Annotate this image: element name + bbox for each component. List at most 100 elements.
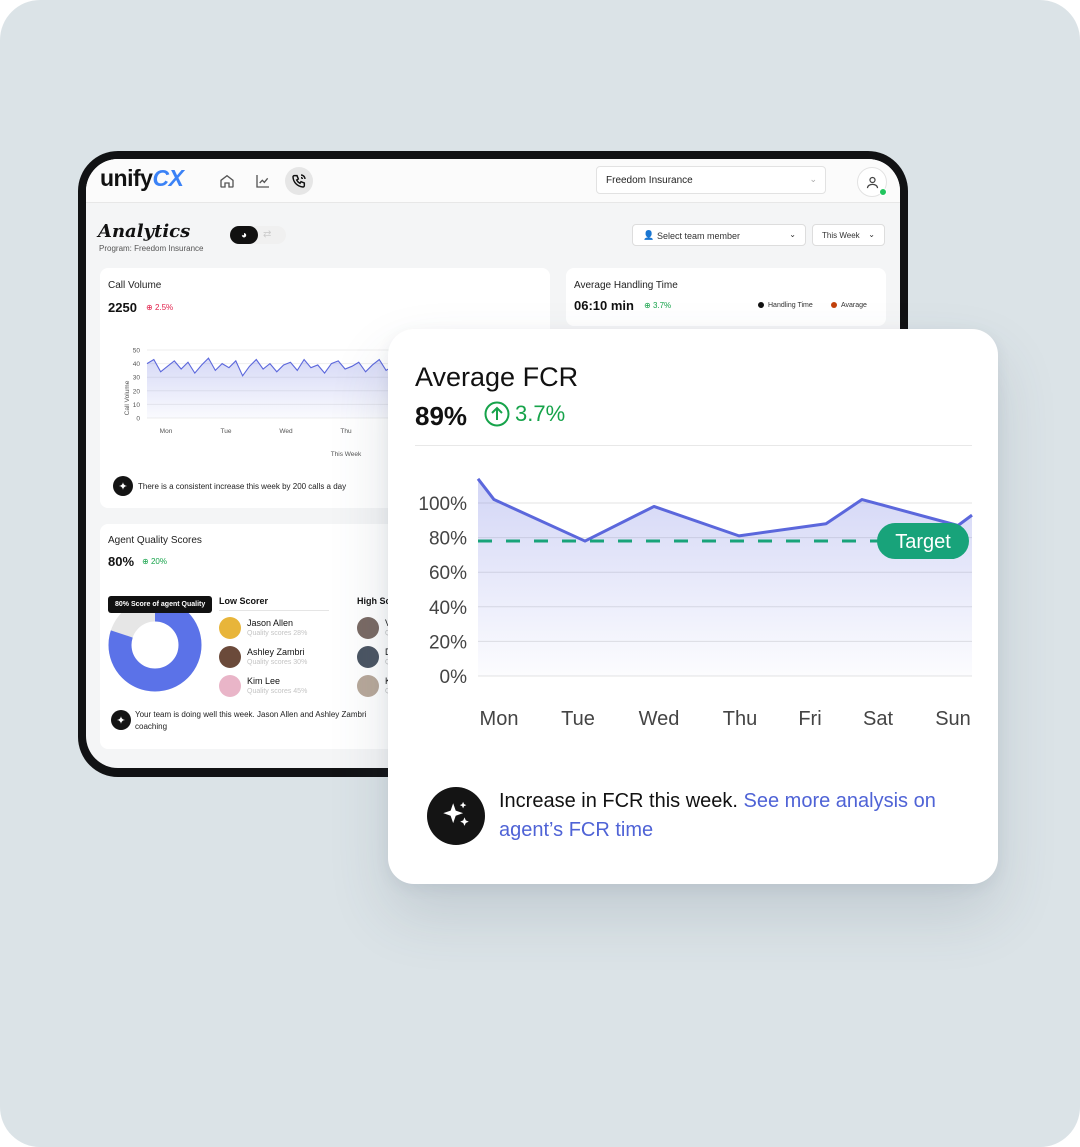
legend-average: Avarage (831, 302, 867, 309)
cv-y-tick-label: 20 (133, 388, 141, 395)
trend-chart-icon (256, 175, 269, 188)
fcr-y-tick-label: 100% (418, 494, 467, 515)
avatar (357, 617, 379, 639)
fcr-x-tick-label: Sun (935, 708, 971, 730)
call-volume-insight: There is a consistent increase this week… (138, 482, 347, 491)
cv-y-tick-label: 30 (133, 375, 141, 382)
fcr-title: Average FCR (415, 362, 579, 392)
agent-score: Quality scores 30% (247, 659, 308, 666)
fcr-x-tick-label: Fri (798, 708, 821, 730)
chevron-down-icon: ⌄ (868, 230, 875, 239)
table-view-icon[interactable]: ⇄ (263, 229, 271, 240)
online-status-dot (879, 188, 887, 196)
chevron-down-icon: ⌄ (789, 230, 796, 239)
high-scorer-heading: High Sc (357, 596, 391, 606)
low-scorer-heading: Low Scorer (219, 596, 269, 606)
aht-delta-value: 3.7% (652, 301, 672, 310)
fcr-x-tick-label: Sat (863, 708, 893, 730)
call-volume-delta: ⊕ 2.5% (146, 303, 174, 312)
period-select[interactable]: This Week ⌄ (812, 224, 885, 246)
legend-dot-average (831, 302, 837, 309)
user-icon: 👤 (643, 230, 655, 240)
legend-label-average: Avarage (841, 302, 867, 309)
aht-card: Average Handling Time 06:10 min ⊕ 3.7% H… (566, 268, 886, 326)
sparkle-icon: ✦ (111, 710, 131, 730)
chevron-down-icon: ⌄ (809, 174, 817, 184)
fcr-divider (415, 445, 972, 446)
page-title: Analytics (98, 221, 191, 242)
legend-handling-time: Handling Time (758, 302, 813, 309)
program-select[interactable]: Freedom Insurance ⌄ (596, 166, 826, 194)
aht-value: 06:10 min (574, 298, 634, 313)
avatar (219, 646, 241, 668)
fcr-y-tick-label: 0% (440, 667, 468, 688)
fcr-delta-value: 3.7% (515, 401, 566, 426)
cv-y-axis-label: Call Volume (124, 380, 131, 415)
cv-x-tick-label: Tue (221, 428, 232, 435)
logo-suffix: CX (152, 165, 184, 191)
cv-x-tick-label: Thu (340, 428, 352, 435)
cv-x-tick-label: Mon (160, 428, 173, 435)
avatar (219, 617, 241, 639)
fcr-chart: 100% 80% 60% 40% 20% 0% Target Mon Tue Wed Thu Fri S… (418, 477, 973, 730)
quality-insight-line2: coaching (135, 722, 168, 731)
donut-tooltip: 80% Score of agent Quality (108, 596, 213, 613)
agent-score: Quality scores 45% (247, 688, 308, 695)
arrow-up-circle-icon (484, 401, 510, 427)
fcr-delta: 3.7% (484, 401, 565, 427)
period-value: This Week (822, 231, 860, 240)
team-member-placeholder: Select team member (657, 231, 741, 241)
nav-home[interactable] (213, 167, 241, 195)
cv-y-tick-label: 0 (136, 416, 140, 423)
agent-name: Ashley Zambri (247, 647, 305, 657)
sparkle-icon-glyph (443, 801, 469, 826)
call-volume-value: 2250 (108, 300, 137, 315)
fcr-x-tick-label: Wed (639, 708, 680, 730)
agent-name: Jason Allen (247, 618, 294, 628)
low-scorer-divider (219, 610, 329, 611)
fcr-x-tick-label: Tue (561, 708, 595, 730)
top-navigation-bar: unifyCX Freedom Insurance ⌄ (86, 159, 900, 203)
fcr-y-tick-label: 20% (429, 632, 467, 653)
call-volume-title: Call Volume (108, 280, 162, 291)
aht-title: Average Handling Time (574, 280, 678, 291)
agent-score: Quality scores 28% (247, 630, 308, 637)
cv-y-tick-label: 50 (133, 348, 141, 355)
fcr-target-label: Target (895, 531, 951, 553)
unifycx-logo[interactable]: unifyCX (100, 165, 184, 192)
fcr-x-tick-label: Thu (723, 708, 757, 730)
quality-delta-value: 20% (150, 557, 167, 566)
user-profile-button[interactable] (857, 167, 887, 197)
nav-trends[interactable] (249, 167, 277, 195)
fcr-y-tick-label: 40% (429, 598, 467, 619)
quality-delta: ⊕ 20% (142, 557, 167, 566)
average-fcr-card: Average FCR 89% 3.7% 100% 80% 60% 40% 20% 0% T… (388, 329, 998, 884)
legend-label-handling: Handling Time (768, 302, 813, 309)
quality-title: Agent Quality Scores (108, 535, 202, 546)
quality-value: 80% (108, 554, 135, 569)
cv-y-tick-label: 10 (133, 402, 141, 409)
agent-name: Kim Lee (247, 676, 281, 686)
view-toggle[interactable]: ◕ ⇄ (230, 226, 286, 244)
team-member-select[interactable]: 👤 Select team member ⌄ (632, 224, 806, 246)
phone-call-icon (292, 174, 306, 188)
fcr-x-tick-label: Mon (480, 708, 519, 730)
cv-x-axis-label: This Week (331, 451, 362, 458)
sparkle-icon: ✦ (113, 476, 133, 496)
fcr-value: 89% (415, 401, 468, 431)
legend-dot-handling (758, 302, 764, 309)
avatar (219, 675, 241, 697)
cv-y-tick-label: 40 (133, 361, 141, 368)
fcr-y-tick-label: 80% (429, 529, 467, 550)
chart-view-icon[interactable]: ◕ (230, 226, 258, 244)
home-icon (220, 174, 234, 188)
avatar (357, 675, 379, 697)
sparkle-icon (427, 787, 485, 845)
fcr-insight-text: Increase in FCR this week. (499, 790, 744, 812)
avatar (357, 646, 379, 668)
fcr-y-tick-label: 60% (429, 563, 467, 584)
aht-delta: ⊕ 3.7% (644, 301, 672, 310)
nav-calls[interactable] (285, 167, 313, 195)
fcr-insight: Increase in FCR this week. See more anal… (499, 787, 969, 845)
cv-x-tick-label: Wed (279, 428, 293, 435)
